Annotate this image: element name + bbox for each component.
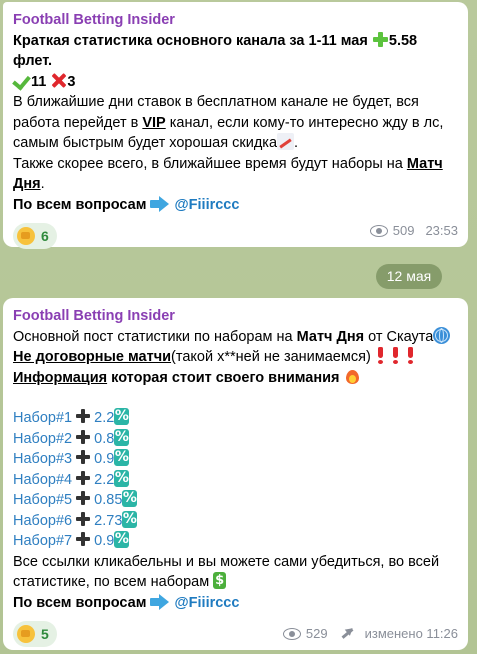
- contact-handle-link[interactable]: @Fiiirccc: [175, 595, 240, 611]
- set-value: 0.8: [94, 430, 115, 447]
- percent-icon: [122, 488, 138, 509]
- plus-icon: [76, 409, 91, 423]
- view-count: 529: [305, 625, 328, 641]
- eye-icon: [369, 225, 388, 238]
- contact-handle-link[interactable]: @Fiiirccc: [175, 197, 240, 213]
- message-bubble-1[interactable]: Football Betting Insider Краткая статист…: [3, 2, 468, 249]
- plus-icon: [76, 532, 91, 546]
- plus-icon: [76, 450, 91, 464]
- reaction-count: 6: [41, 227, 49, 244]
- exclamation-icon: [375, 347, 386, 364]
- paragraph-line: Также скорее всего, в ближайшее время бу…: [13, 155, 443, 172]
- set-label[interactable]: Набор#5: [13, 492, 72, 508]
- set-row: Набор#1 2.2: [13, 406, 458, 429]
- set-label[interactable]: Набор#4: [13, 472, 72, 488]
- globe-icon: [433, 326, 451, 344]
- win-loss: 11 3: [13, 72, 458, 93]
- set-value: 0.9: [94, 451, 115, 467]
- set-value: 0.85: [94, 492, 123, 508]
- view-count: 509: [392, 222, 415, 238]
- percent-icon: [114, 447, 130, 468]
- plus-icon: [76, 491, 91, 505]
- set-label[interactable]: Набор#7: [13, 533, 72, 549]
- stats-title-cont: флет.: [13, 53, 53, 69]
- disclaimer-line: Не договорные матчи(такой х**ней не зани…: [13, 347, 458, 368]
- reaction-badge[interactable]: 5: [13, 621, 57, 647]
- percent-icon: [114, 427, 130, 447]
- paragraph-line: работа перейдет в VIP канал, если кому-т…: [13, 114, 444, 131]
- footer-line: Все ссылки кликабельны и вы можете сами …: [13, 553, 440, 570]
- stats-title: Краткая статистика основного канала за 1…: [13, 31, 418, 49]
- message-bubble-2[interactable]: Football Betting Insider Основной пост с…: [3, 298, 468, 650]
- paragraph-line: самым быстрым будет хорошая скидка.: [13, 133, 299, 151]
- cross-icon: [50, 72, 67, 89]
- set-row: Набор#3 0.9: [13, 447, 458, 470]
- plus-icon: [76, 511, 91, 526]
- check-icon: [13, 72, 31, 89]
- footer-line: статистике, по всем наборам: [13, 571, 458, 593]
- percent-icon: [114, 468, 130, 488]
- set-row: Набор#4 2.2: [13, 468, 458, 491]
- match-day-link[interactable]: Дня: [13, 176, 41, 192]
- edited-timestamp: изменено 11:26: [364, 625, 458, 641]
- message-meta: 529 изменено 11:26: [282, 624, 458, 645]
- match-day-link[interactable]: Матч: [407, 156, 443, 172]
- set-label[interactable]: Набор#3: [13, 451, 72, 467]
- set-value: 0.9: [94, 533, 115, 549]
- contact-line: По всем вопросам @Fiiirccc: [13, 195, 240, 213]
- vip-link[interactable]: VIP: [142, 115, 165, 131]
- set-value: 2.2: [94, 471, 115, 488]
- reaction-count: 5: [41, 625, 49, 642]
- set-value: 2.73: [94, 512, 123, 529]
- fist-icon: [17, 227, 35, 245]
- eye-icon: [282, 628, 301, 641]
- forward-icon[interactable]: [341, 627, 354, 640]
- set-row: Набор#7 0.9: [13, 529, 458, 552]
- fire-icon: [344, 368, 361, 385]
- contact-line: По всем вопросам @Fiiirccc: [13, 593, 240, 611]
- set-row: Набор#2 0.8: [13, 427, 458, 450]
- message-meta: 509 23:53: [369, 221, 458, 242]
- percent-icon: [114, 406, 130, 427]
- set-label[interactable]: Набор#2: [13, 431, 72, 447]
- set-label[interactable]: Набор#6: [13, 513, 72, 529]
- dollar-icon: [213, 571, 227, 592]
- set-row: Набор#5 0.85: [13, 488, 458, 511]
- plus-icon: [76, 429, 91, 444]
- chart-icon: [277, 133, 295, 150]
- stats-intro: Основной пост статистики по наборам на М…: [13, 326, 458, 348]
- percent-icon: [122, 509, 138, 529]
- timestamp: 23:53: [425, 222, 458, 238]
- exclamation-icon: [390, 347, 401, 364]
- plus-icon: [76, 470, 91, 485]
- paragraph-line: В ближайшие дни ставок в бесплатном кана…: [13, 94, 419, 110]
- date-separator: 12 мая: [376, 264, 442, 289]
- paragraph-line: Дня.: [13, 176, 45, 192]
- info-line: Информация которая стоит своего внимания: [13, 368, 458, 389]
- sender-name[interactable]: Football Betting Insider: [13, 10, 458, 31]
- sender-name[interactable]: Football Betting Insider: [13, 306, 458, 327]
- set-value: 2.2: [94, 410, 115, 426]
- set-label[interactable]: Набор#1: [13, 410, 72, 426]
- reaction-badge[interactable]: 6: [13, 223, 57, 249]
- exclamation-icon: [405, 347, 416, 364]
- fist-icon: [17, 625, 35, 643]
- arrow-icon: [150, 195, 170, 212]
- arrow-icon: [150, 593, 170, 610]
- sets-list: Набор#1 2.2Набор#2 0.8Набор#3 0.9Набор#4…: [13, 406, 458, 552]
- set-row: Набор#6 2.73: [13, 509, 458, 532]
- plus-icon: [372, 31, 389, 48]
- percent-icon: [114, 529, 130, 550]
